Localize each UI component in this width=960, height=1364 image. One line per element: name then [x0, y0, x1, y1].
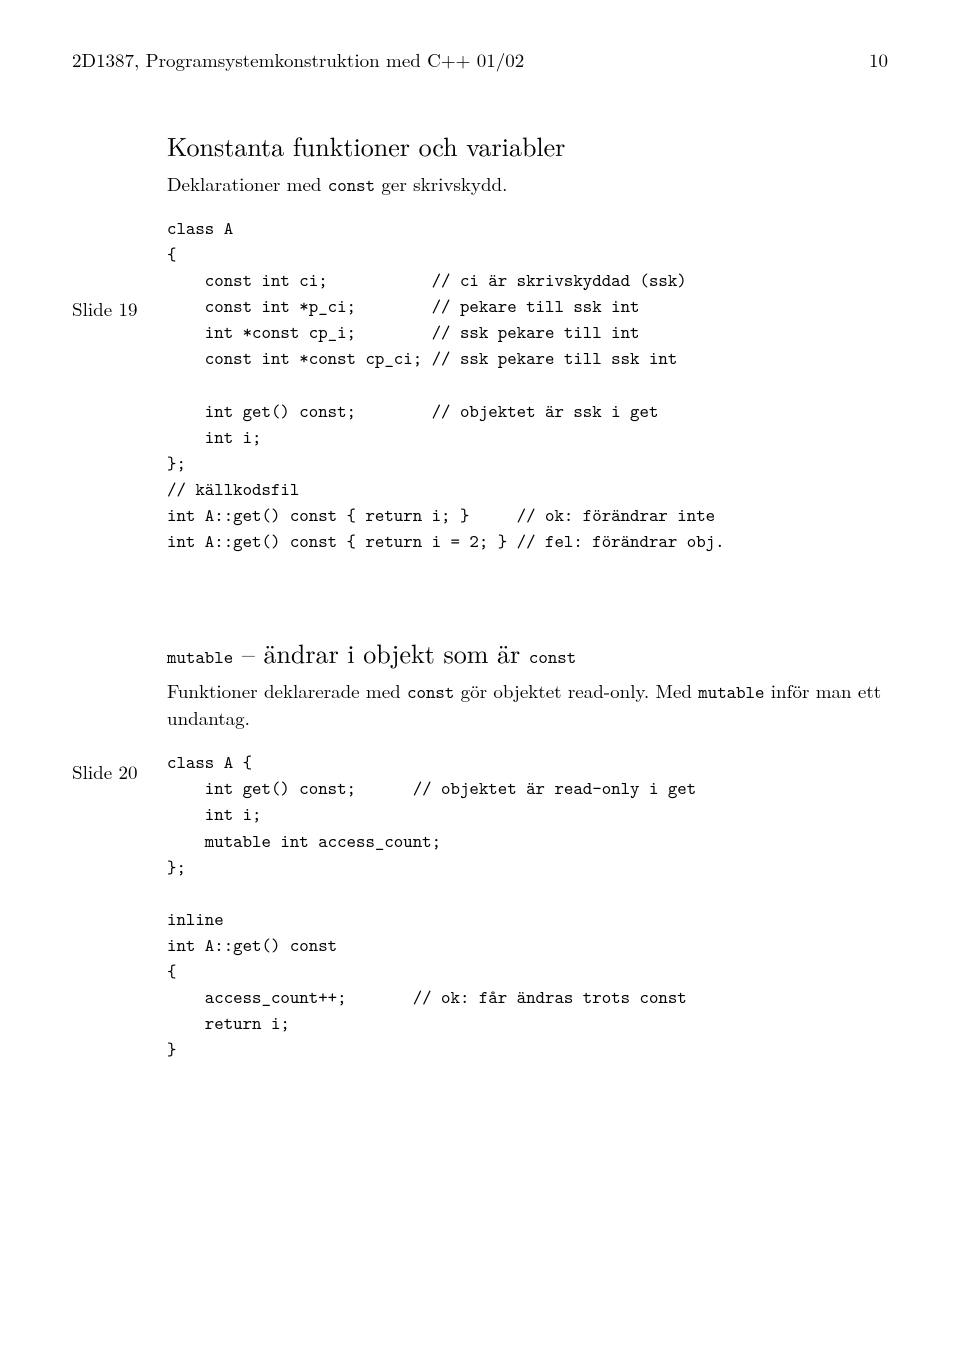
page: 2D1387, Programsystemkonstruktion med C+… [0, 0, 960, 1202]
slide-19-label: Slide 19 [72, 295, 167, 322]
slide-19: Slide 19 Konstanta funktioner och variab… [72, 127, 888, 554]
page-header: 2D1387, Programsystemkonstruktion med C+… [72, 46, 888, 73]
slide-20-title: mutable – ändrar i objekt som är const [167, 634, 888, 671]
slide-20-subtitle-code1: const [407, 680, 454, 704]
slide-19-body: Konstanta funktioner och variabler Dekla… [167, 127, 888, 554]
slide-20-title-code2: const [529, 645, 576, 669]
header-page-number: 10 [869, 46, 888, 73]
slide-19-code: class A { const int ci; // ci är skrivsk… [167, 215, 888, 554]
slide-20-subtitle-mid: gör objektet read-only. Med [454, 677, 698, 704]
slide-20-title-code1: mutable [167, 645, 233, 669]
slide-20-label: Slide 20 [72, 758, 167, 785]
slide-19-subtitle-code: const [328, 173, 375, 197]
slide-20-code: class A { int get() const; // objektet ä… [167, 749, 888, 1062]
slide-20-subtitle-code2: mutable [698, 680, 764, 704]
slide-20-body: mutable – ändrar i objekt som är const F… [167, 634, 888, 1062]
header-course: 2D1387, Programsystemkonstruktion med C+… [72, 46, 524, 73]
slide-20: Slide 20 mutable – ändrar i objekt som ä… [72, 634, 888, 1062]
slide-19-title: Konstanta funktioner och variabler [167, 127, 888, 164]
slide-19-subtitle-pre: Deklarationer med [167, 170, 328, 197]
slide-20-subtitle: Funktioner deklarerade med const gör obj… [167, 677, 888, 731]
slide-19-subtitle: Deklarationer med const ger skrivskydd. [167, 170, 888, 197]
slide-20-subtitle-pre: Funktioner deklarerade med [167, 677, 407, 704]
slide-20-title-mid: – ändrar i objekt som är [233, 634, 529, 671]
slide-19-subtitle-post: ger skrivskydd. [375, 170, 507, 197]
